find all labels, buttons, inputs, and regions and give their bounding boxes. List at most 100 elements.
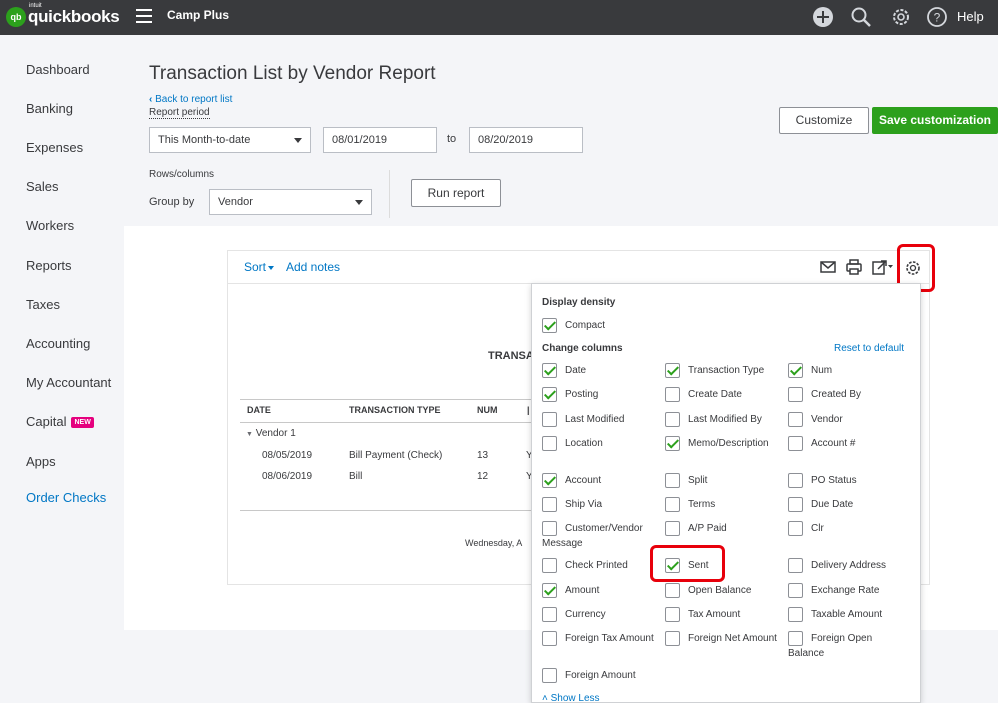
option-label: Vendor	[811, 414, 843, 425]
company-name: Camp Plus	[167, 8, 230, 22]
report-footer-date: Wednesday, A	[465, 538, 523, 548]
table-cell-num: 12	[477, 471, 489, 482]
group-by-select[interactable]: Vendor	[209, 189, 372, 215]
option-label: Foreign Net Amount	[688, 633, 777, 644]
option-label: Customer/Vendor Message	[542, 523, 643, 549]
help-icon[interactable]: ?	[926, 6, 948, 28]
report-period-select[interactable]: This Month-to-date	[149, 127, 311, 153]
option-label: Amount	[565, 585, 600, 596]
help-label[interactable]: Help	[957, 9, 984, 24]
chevron-down-icon	[294, 138, 302, 143]
option-label: Terms	[688, 499, 716, 510]
sidebar-item-workers[interactable]: Workers	[26, 218, 74, 233]
chevron-up-icon: ˄	[542, 693, 548, 703]
option-label: Transaction Type	[688, 365, 765, 376]
option-label: Account #	[811, 438, 856, 449]
report-heading: TRANSA	[488, 350, 531, 362]
sidebar-item-banking[interactable]: Banking	[26, 101, 73, 116]
back-to-report-list-link[interactable]: ‹ Back to report list	[149, 94, 232, 105]
sort-label: Sort	[244, 260, 267, 274]
save-customization-button[interactable]: Save customization	[872, 107, 998, 134]
to-date-input[interactable]: 08/20/2019	[469, 127, 583, 153]
sidebar-item-taxes[interactable]: Taxes	[26, 297, 60, 312]
option-label: A/P Paid	[688, 523, 727, 534]
customize-button[interactable]: Customize	[779, 107, 869, 134]
option-label: Foreign Amount	[565, 670, 636, 681]
divider	[389, 170, 390, 218]
page-title: Transaction List by Vendor Report	[149, 63, 436, 84]
column-header-transaction-type[interactable]: TRANSACTION TYPE	[349, 405, 441, 415]
change-columns-label: Change columns	[542, 343, 623, 354]
plus-circle-icon[interactable]	[812, 6, 834, 28]
table-cell-type[interactable]: Bill Payment (Check)	[349, 450, 442, 461]
table-cell-type[interactable]: Bill	[349, 471, 362, 482]
option-label: Created By	[811, 389, 862, 400]
display-density-label: Display density	[542, 297, 616, 308]
column-header-date[interactable]: DATE	[247, 405, 271, 415]
back-link-label: Back to report list	[155, 94, 233, 105]
option-label: Num	[811, 365, 833, 376]
print-icon[interactable]	[846, 259, 862, 275]
divider	[240, 399, 531, 400]
chevron-down-icon	[355, 200, 363, 205]
option-label: Foreign Tax Amount	[565, 633, 654, 644]
option-label: Last Modified	[565, 414, 625, 425]
sidebar-item-capital[interactable]: Capital NEW	[26, 414, 94, 429]
show-less-label: Show Less	[550, 693, 600, 703]
group-row-vendor-1[interactable]: ▼ Vendor 1	[246, 428, 296, 439]
option-label: Exchange Rate	[811, 585, 880, 596]
export-icon[interactable]	[872, 259, 894, 275]
column-header-num[interactable]: NUM	[477, 405, 498, 415]
sidebar	[0, 35, 124, 703]
divider	[240, 422, 531, 423]
reset-to-default-link[interactable]: Reset to default	[834, 343, 904, 354]
menu-icon[interactable]	[136, 9, 152, 23]
sidebar-item-my-accountant[interactable]: My Accountant	[26, 375, 111, 390]
table-cell-num: 13	[477, 450, 489, 461]
sidebar-item-expenses[interactable]: Expenses	[26, 140, 83, 155]
chevron-left-icon: ‹	[149, 94, 153, 105]
rows-columns-label: Rows/columns	[149, 169, 215, 180]
option-label: Account	[565, 475, 602, 486]
option-label: Ship Via	[565, 499, 603, 510]
option-label: Last Modified By	[688, 414, 762, 425]
sidebar-item-label: Capital	[26, 414, 67, 429]
option-label: Currency	[565, 609, 606, 620]
sidebar-item-apps[interactable]: Apps	[26, 454, 56, 469]
quickbooks-logo-icon[interactable]: qb	[6, 7, 26, 27]
sidebar-item-sales[interactable]: Sales	[26, 179, 59, 194]
option-label: Location	[565, 438, 603, 449]
sidebar-item-reports[interactable]: Reports	[26, 258, 72, 273]
gear-icon[interactable]	[890, 6, 912, 28]
option-label: Check Printed	[565, 560, 628, 571]
to-label: to	[447, 133, 457, 145]
option-label: Delivery Address	[811, 560, 887, 571]
logo-text[interactable]: quickbooks	[28, 7, 120, 27]
table-cell-date: 08/06/2019	[262, 471, 313, 482]
option-label: Clr	[811, 523, 824, 534]
run-report-button[interactable]: Run report	[411, 179, 501, 207]
option-label: Foreign Open Balance	[788, 633, 873, 659]
group-by-label: Group by	[149, 196, 195, 208]
sort-dropdown[interactable]: Sort	[244, 260, 275, 274]
group-label: Vendor 1	[255, 428, 296, 439]
new-badge: NEW	[71, 417, 94, 429]
option-label: Taxable Amount	[811, 609, 883, 620]
email-icon[interactable]	[820, 261, 836, 273]
add-notes-link[interactable]: Add notes	[286, 260, 340, 274]
sent-highlight-box	[650, 545, 725, 582]
chevron-down-icon	[268, 265, 275, 270]
option-label: PO Status	[811, 475, 857, 486]
from-date-input[interactable]: 08/01/2019	[323, 127, 437, 153]
option-label: Due Date	[811, 499, 854, 510]
sidebar-item-order-checks[interactable]: Order Checks	[26, 490, 106, 505]
sidebar-item-accounting[interactable]: Accounting	[26, 336, 90, 351]
option-label: Open Balance	[688, 585, 752, 596]
show-less-link[interactable]: ˄ Show Less	[542, 693, 600, 703]
option-label: Create Date	[688, 389, 742, 400]
report-period-label: Report period	[149, 107, 210, 119]
option-label: Split	[688, 475, 708, 486]
search-icon[interactable]	[850, 6, 872, 28]
option-label: Posting	[565, 389, 599, 400]
sidebar-item-dashboard[interactable]: Dashboard	[26, 62, 90, 77]
